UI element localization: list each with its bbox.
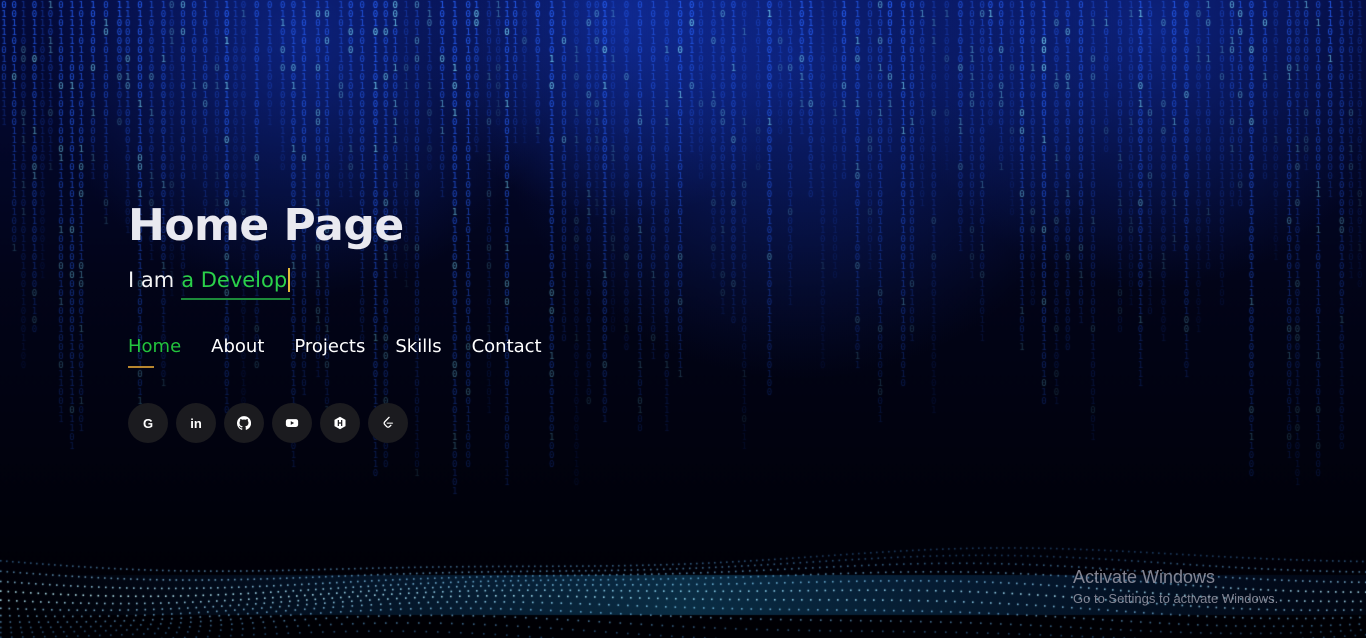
youtube-link-button[interactable] <box>272 403 312 443</box>
google-link-button[interactable]: G <box>128 403 168 443</box>
hackerrank-link-button[interactable] <box>320 403 360 443</box>
typed-subtitle: I am a Develop <box>128 266 404 300</box>
subtitle-static-text: I am <box>128 268 175 292</box>
nav-item-contact[interactable]: Contact <box>472 334 542 366</box>
linkedin-icon: in <box>190 415 202 431</box>
nav-item-projects[interactable]: Projects <box>294 334 365 366</box>
leetcode-link-button[interactable] <box>368 403 408 443</box>
nav-item-skills[interactable]: Skills <box>395 334 441 366</box>
page-title: Home Page <box>128 200 404 251</box>
leetcode-icon <box>383 416 394 428</box>
nav-item-home[interactable]: Home <box>128 334 181 368</box>
typed-text-container: a Develop <box>181 266 291 300</box>
social-links: G in <box>128 403 408 443</box>
youtube-icon <box>285 419 299 427</box>
activate-windows-watermark: Activate Windows Go to Settings to activ… <box>1073 566 1278 609</box>
hero-section: Home Page I am a Develop <box>128 198 404 300</box>
watermark-subtitle: Go to Settings to activate Windows. <box>1073 591 1279 606</box>
google-icon: G <box>142 415 154 431</box>
binary-rain-background <box>0 0 1366 638</box>
github-link-button[interactable] <box>224 403 264 443</box>
nav-item-about[interactable]: About <box>211 334 264 366</box>
watermark-title: Activate Windows <box>1073 567 1216 587</box>
github-icon <box>237 416 251 430</box>
hackerrank-icon <box>334 416 346 430</box>
linkedin-link-button[interactable]: in <box>176 403 216 443</box>
typing-caret <box>288 268 291 292</box>
main-nav: Home About Projects Skills Contact <box>128 334 542 368</box>
typed-text: a Develop <box>181 268 288 292</box>
